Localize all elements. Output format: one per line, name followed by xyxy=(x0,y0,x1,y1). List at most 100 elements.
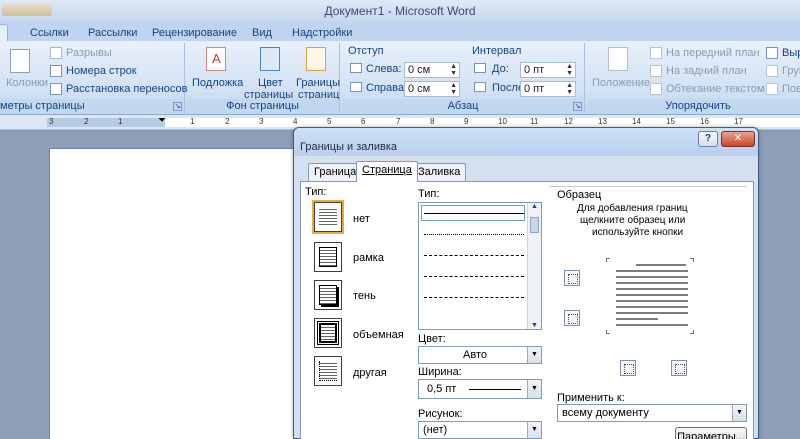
scroll-thumb[interactable] xyxy=(530,217,539,233)
tab-borders[interactable]: Граница xyxy=(308,163,363,181)
type-box-icon[interactable] xyxy=(314,242,342,272)
style-dash-dot[interactable] xyxy=(424,297,524,298)
ruler-tick: 3 xyxy=(259,117,264,126)
preview-hint-line1: Для добавления границ xyxy=(577,203,688,214)
style-label: Тип: xyxy=(418,188,440,200)
apply-select[interactable]: всему документу ▼ xyxy=(557,404,747,422)
ruler-tick: 2 xyxy=(84,117,89,126)
group-label-page-setup: метры страницы xyxy=(0,99,184,113)
window-title: Документ1 - Microsoft Word xyxy=(324,4,476,18)
options-button[interactable]: Параметры... xyxy=(675,427,747,439)
width-select[interactable]: 0,5 пт ▼ xyxy=(418,379,542,399)
page-color-button[interactable]: Цвет xyxy=(258,77,283,89)
page-setup-launcher[interactable]: ↘ xyxy=(173,102,182,111)
rotate-button[interactable]: Пов xyxy=(782,83,800,95)
border-top-button[interactable] xyxy=(564,270,580,286)
borders-shading-dialog: Границы и заливка ? ✕ Граница Страница З… xyxy=(293,127,759,439)
group-label-arrange: Упорядочить xyxy=(588,99,800,113)
title-bar: Документ1 - Microsoft Word xyxy=(0,0,800,22)
border-style-list[interactable]: ▲ ▼ xyxy=(418,202,542,330)
columns-icon xyxy=(10,49,30,73)
indent-right-icon xyxy=(350,82,362,92)
ruler-tick: 17 xyxy=(734,117,743,126)
columns-button[interactable]: Колонки xyxy=(6,77,48,89)
type-none-icon[interactable] xyxy=(312,200,344,234)
dialog-title-bar[interactable]: Границы и заливка ? ✕ xyxy=(294,128,758,156)
tab-mailings[interactable]: Рассылки xyxy=(88,24,137,42)
send-back-button[interactable]: На задний план xyxy=(666,65,747,77)
type-custom-label[interactable]: другая xyxy=(353,367,387,379)
style-dotted[interactable] xyxy=(424,234,524,235)
art-value: (нет) xyxy=(423,424,448,436)
type-shadow-label[interactable]: тень xyxy=(353,290,376,302)
spin-arrows-icon[interactable]: ▲ ▼ xyxy=(450,63,457,77)
tab-page-layout[interactable] xyxy=(0,24,8,42)
style-solid[interactable] xyxy=(424,213,524,214)
width-label: Ширина: xyxy=(418,366,462,378)
type-3d-icon[interactable] xyxy=(314,318,342,348)
art-label: Рисунок: xyxy=(418,408,463,420)
chevron-down-icon[interactable]: ▼ xyxy=(732,405,746,421)
group-label-paragraph: Абзац xyxy=(342,99,584,113)
help-button[interactable]: ? xyxy=(698,131,718,147)
scroll-down-icon[interactable]: ▼ xyxy=(531,322,538,329)
paragraph-launcher[interactable]: ↘ xyxy=(573,102,582,111)
close-button[interactable]: ✕ xyxy=(721,131,755,147)
style-list-scrollbar[interactable]: ▲ ▼ xyxy=(527,203,541,329)
spacing-before-input[interactable]: 0 пт ▲ ▼ xyxy=(520,62,576,78)
tab-page-border[interactable]: Страница xyxy=(356,161,418,182)
quick-access-toolbar[interactable] xyxy=(2,4,52,16)
type-3d-label[interactable]: объемная xyxy=(353,329,404,341)
wrap-text-button[interactable]: Обтекание текстом xyxy=(666,83,765,95)
ruler-tick: 4 xyxy=(293,117,298,126)
chevron-down-icon[interactable]: ▼ xyxy=(527,380,541,398)
page-color-icon xyxy=(260,47,280,71)
tab-shading[interactable]: Заливка xyxy=(412,163,467,181)
spin-arrows-icon[interactable]: ▲ ▼ xyxy=(566,82,573,96)
breaks-button[interactable]: Разрывы xyxy=(66,47,112,59)
line-numbers-button[interactable]: Номера строк xyxy=(66,65,137,77)
position-button[interactable]: Положение xyxy=(592,77,650,89)
color-select[interactable]: Авто ▼ xyxy=(418,346,542,364)
indent-right-input[interactable]: 0 см ▲ ▼ xyxy=(404,81,460,97)
spacing-after-input[interactable]: 0 пт ▲ ▼ xyxy=(520,81,576,97)
position-icon xyxy=(608,47,628,71)
ruler-tick: 13 xyxy=(598,117,607,126)
preview-sample[interactable] xyxy=(605,257,695,335)
tab-addins[interactable]: Надстройки xyxy=(292,24,352,42)
ruler-margin-area xyxy=(47,118,165,127)
border-right-button[interactable] xyxy=(671,360,687,376)
hyphenation-button[interactable]: Расстановка переносов xyxy=(66,83,187,95)
border-bottom-button[interactable] xyxy=(564,310,580,326)
style-dashed[interactable] xyxy=(424,276,524,277)
spin-arrows-icon[interactable]: ▲ ▼ xyxy=(566,63,573,77)
chevron-down-icon[interactable]: ▼ xyxy=(527,347,541,363)
type-none-label[interactable]: нет xyxy=(353,213,370,225)
group-button[interactable]: Груп xyxy=(782,65,800,77)
spacing-before-value: 0 пт xyxy=(524,64,545,76)
type-label: Тип: xyxy=(305,186,327,198)
preview-label: Образец xyxy=(557,189,602,201)
type-shadow-icon[interactable] xyxy=(314,280,342,310)
group-page-background: A Подложка Цвет страницы Границы страниц… xyxy=(186,43,340,113)
ruler-tick: 16 xyxy=(700,117,709,126)
ribbon-tabs: Ссылки Рассылки Рецензирование Вид Надст… xyxy=(0,22,800,42)
type-box-label[interactable]: рамка xyxy=(353,252,384,264)
indent-marker-icon[interactable]: ⏷ xyxy=(158,115,166,126)
art-select[interactable]: (нет) ▼ xyxy=(418,421,542,439)
page-borders-button[interactable]: Границы xyxy=(296,77,340,89)
align-button[interactable]: Выр xyxy=(782,47,800,59)
watermark-button[interactable]: Подложка xyxy=(192,77,243,89)
tab-view[interactable]: Вид xyxy=(252,24,272,42)
spin-arrows-icon[interactable]: ▲ ▼ xyxy=(450,82,457,96)
tab-review[interactable]: Рецензирование xyxy=(152,24,237,42)
scroll-up-icon[interactable]: ▲ xyxy=(531,203,538,210)
type-custom-icon[interactable] xyxy=(314,356,342,386)
border-left-button[interactable] xyxy=(620,360,636,376)
chevron-down-icon[interactable]: ▼ xyxy=(527,422,541,438)
tab-references[interactable]: Ссылки xyxy=(30,24,69,42)
indent-left-label: Слева: xyxy=(366,63,402,75)
indent-left-input[interactable]: 0 см ▲ ▼ xyxy=(404,62,460,78)
bring-front-button[interactable]: На передний план xyxy=(666,47,760,59)
style-dashed-small[interactable] xyxy=(424,255,524,256)
